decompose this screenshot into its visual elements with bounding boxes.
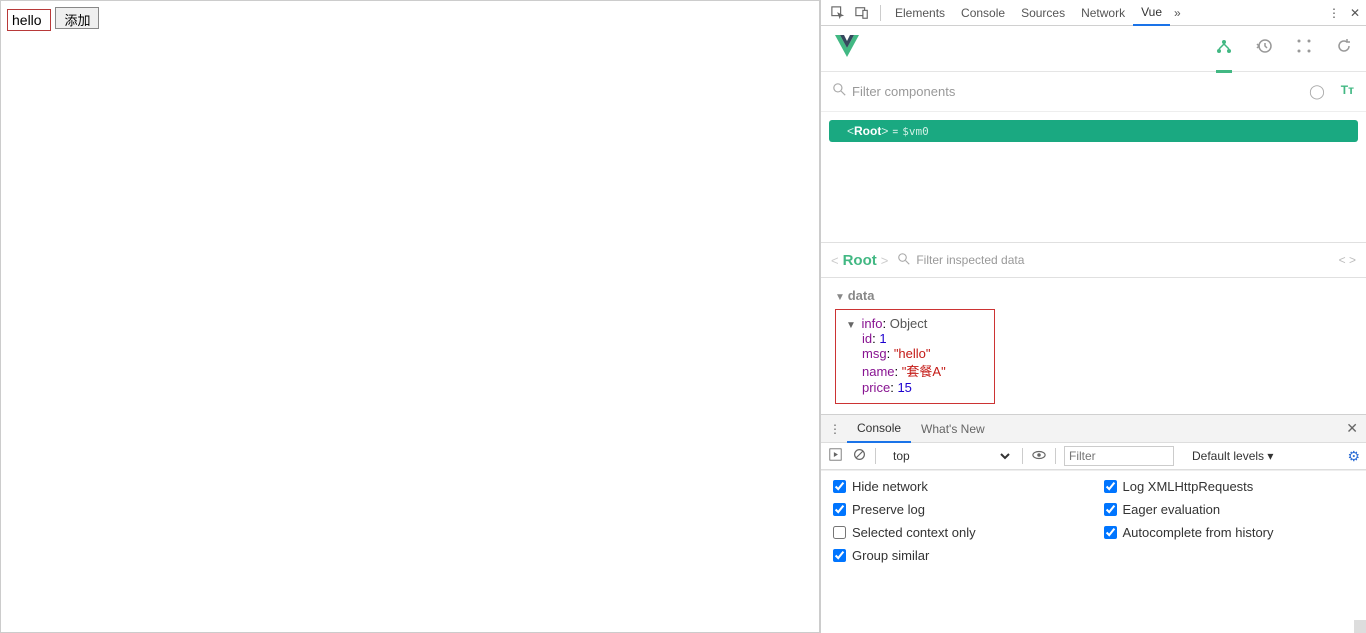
gt-icon: >: [881, 253, 889, 268]
console-settings: Hide network Log XMLHttpRequests Preserv…: [821, 470, 1366, 571]
info-object-box: ▼ info: Object id: 1 msg: "hello" name: …: [835, 309, 995, 404]
components-filter-input[interactable]: [852, 84, 1309, 99]
price-value: 15: [897, 380, 911, 395]
separator: [1055, 448, 1056, 464]
preserve-log-checkbox[interactable]: Preserve log: [833, 502, 1084, 517]
tab-elements[interactable]: Elements: [887, 0, 953, 26]
price-key: price: [862, 380, 890, 395]
components-icon[interactable]: [1216, 39, 1232, 73]
format-icon[interactable]: Tᴛ: [1341, 83, 1354, 100]
data-section-title[interactable]: data: [835, 288, 1352, 303]
autocomplete-checkbox[interactable]: Autocomplete from history: [1104, 525, 1355, 540]
hide-network-checkbox[interactable]: Hide network: [833, 479, 1084, 494]
equals-sign: =: [892, 127, 898, 138]
inspect-root-label: Root: [843, 252, 877, 269]
filter-components-row: ◯ Tᴛ: [821, 72, 1366, 112]
log-xhr-checkbox[interactable]: Log XMLHttpRequests: [1104, 479, 1355, 494]
drawer-tabbar: ⋮ Console What's New ✕: [821, 414, 1366, 442]
root-component[interactable]: <Root> = $vm0: [829, 120, 1358, 142]
levels-select[interactable]: Default levels ▾: [1192, 449, 1273, 463]
lt-icon: <: [831, 253, 839, 268]
root-vm-ref: $vm0: [902, 125, 929, 138]
select-element-icon[interactable]: [830, 5, 846, 21]
msg-value: "hello": [894, 346, 931, 361]
id-value: 1: [879, 331, 886, 346]
target-icon[interactable]: ◯: [1309, 83, 1325, 100]
console-filter-input[interactable]: [1064, 446, 1174, 466]
history-icon[interactable]: [1256, 38, 1272, 59]
separator: [875, 448, 876, 464]
nav-arrows-icon[interactable]: < >: [1339, 253, 1356, 267]
name-value: "套餐A": [902, 364, 946, 379]
drawer-close-icon[interactable]: ✕: [1346, 420, 1358, 437]
drawer-tab-console[interactable]: Console: [847, 415, 911, 443]
inspect-filter-input[interactable]: [916, 253, 1338, 267]
add-button[interactable]: 添加: [55, 7, 99, 29]
id-key: id: [862, 331, 872, 346]
search-icon: [898, 253, 910, 268]
clear-icon[interactable]: [851, 448, 867, 464]
data-panel: data ▼ info: Object id: 1 msg: "hello" n…: [821, 278, 1366, 414]
drawer-tab-whatsnew[interactable]: What's New: [911, 415, 995, 443]
info-key: info: [862, 316, 883, 331]
page-content: 添加: [0, 0, 820, 633]
tabs-overflow-icon[interactable]: »: [1174, 6, 1181, 20]
component-tree: <Root> = $vm0: [821, 112, 1366, 242]
scrollbar-thumb[interactable]: [1354, 620, 1366, 633]
info-type: Object: [890, 316, 928, 331]
root-label: Root: [854, 124, 881, 138]
eager-eval-checkbox[interactable]: Eager evaluation: [1104, 502, 1355, 517]
devtools-tabbar: Elements Console Sources Network Vue » ⋮…: [821, 0, 1366, 26]
vuex-icon[interactable]: [1296, 38, 1312, 59]
vue-toolbar: [821, 26, 1366, 72]
context-select[interactable]: top: [884, 445, 1014, 467]
name-key: name: [862, 364, 895, 379]
close-icon[interactable]: ✕: [1350, 6, 1360, 20]
chevron-down-icon[interactable]: ▼: [846, 320, 856, 331]
msg-key: msg: [862, 346, 887, 361]
gear-icon[interactable]: ⚙: [1347, 448, 1360, 465]
vue-logo-icon: [835, 35, 859, 62]
inspect-header: < Root > < >: [821, 242, 1366, 278]
device-toggle-icon[interactable]: [854, 5, 870, 21]
tab-vue[interactable]: Vue: [1133, 0, 1170, 26]
tab-sources[interactable]: Sources: [1013, 0, 1073, 26]
kebab-icon[interactable]: ⋮: [829, 422, 841, 436]
group-similar-checkbox[interactable]: Group similar: [833, 548, 1084, 563]
eye-icon[interactable]: [1031, 448, 1047, 465]
search-icon: [833, 83, 846, 101]
devtools-panel: Elements Console Sources Network Vue » ⋮…: [820, 0, 1366, 633]
tab-network[interactable]: Network: [1073, 0, 1133, 26]
refresh-icon[interactable]: [1336, 38, 1352, 59]
text-input[interactable]: [7, 9, 51, 31]
separator: [880, 5, 881, 21]
kebab-icon[interactable]: ⋮: [1328, 6, 1340, 20]
tab-console[interactable]: Console: [953, 0, 1013, 26]
play-icon[interactable]: [827, 448, 843, 464]
console-toolbar: top Default levels ▾ ⚙: [821, 442, 1366, 470]
separator: [1022, 448, 1023, 464]
context-only-checkbox[interactable]: Selected context only: [833, 525, 1084, 540]
